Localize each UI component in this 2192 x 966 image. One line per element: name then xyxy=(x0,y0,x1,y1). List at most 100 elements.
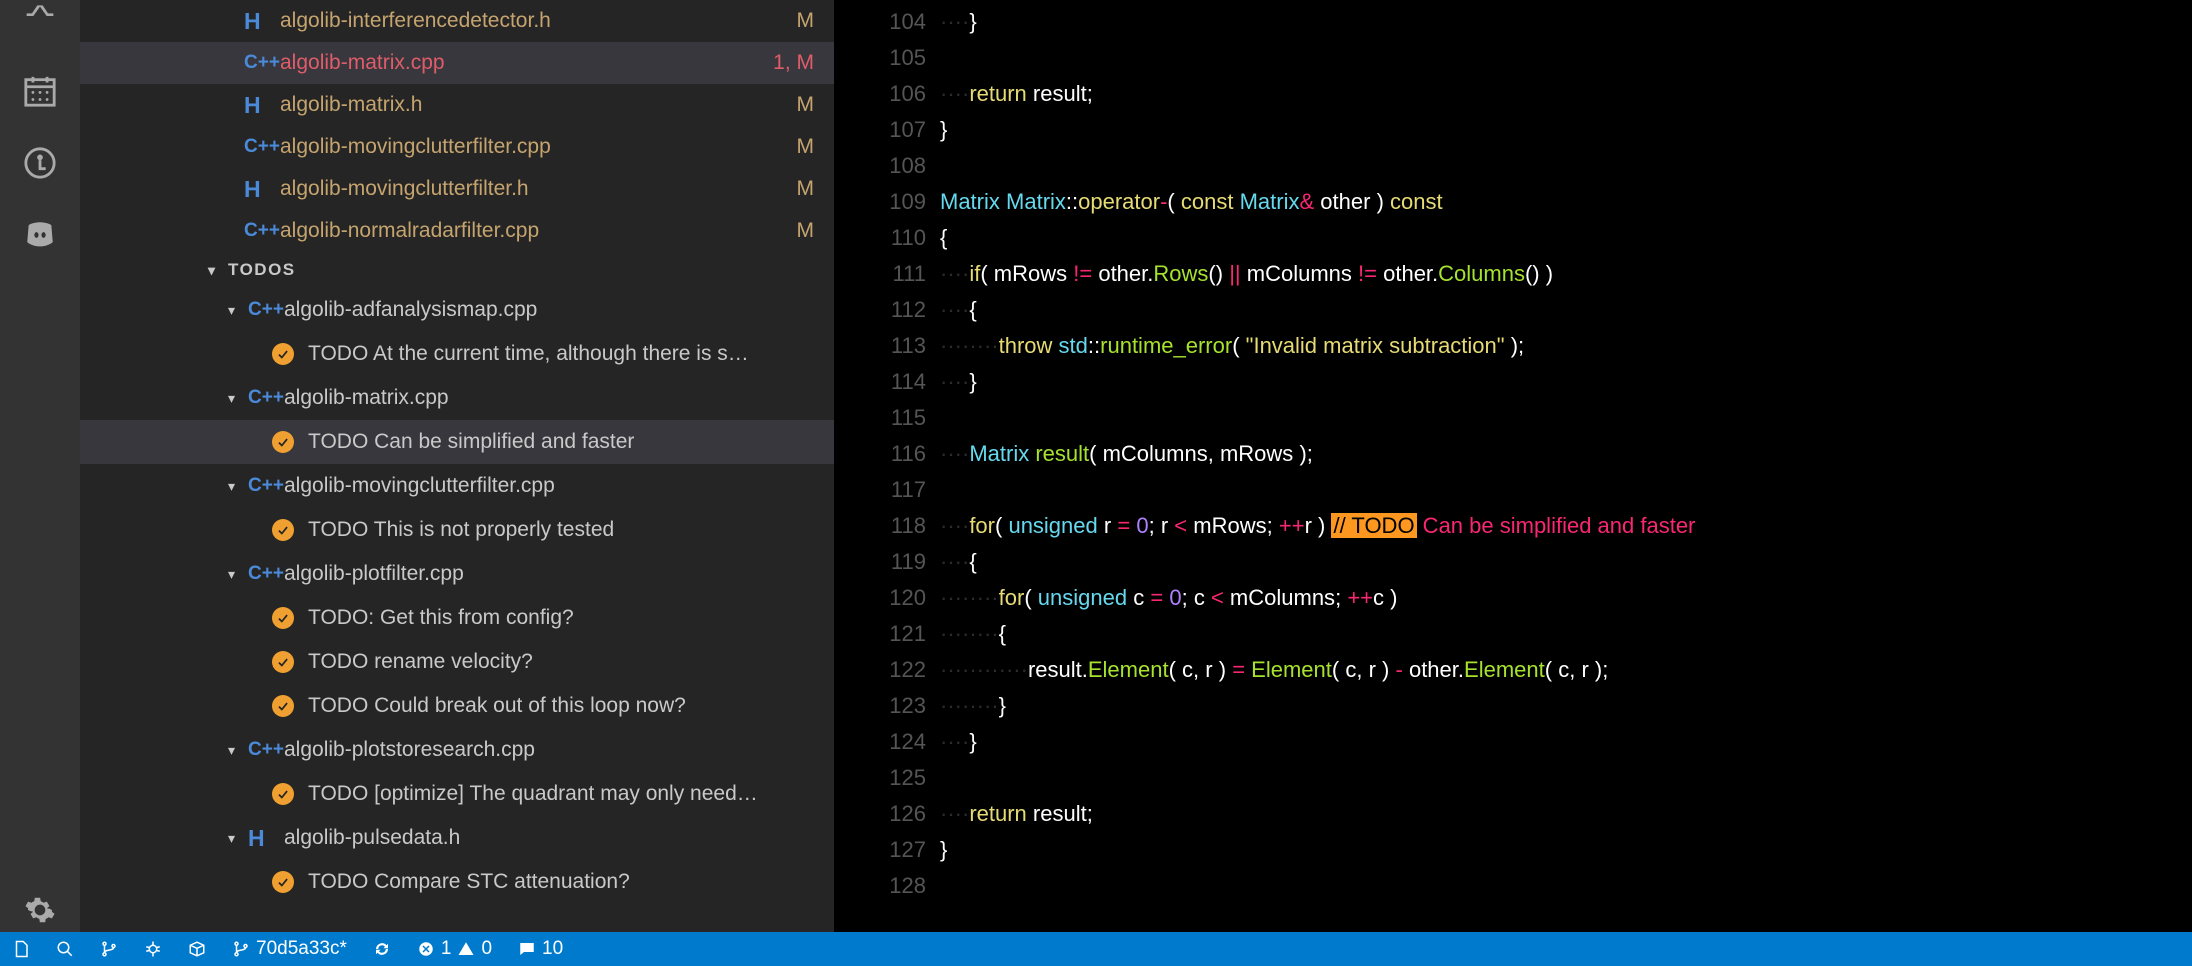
activity-icon-discord[interactable] xyxy=(23,218,57,258)
todo-file-group[interactable]: ▾C++algolib-plotstoresearch.cpp xyxy=(80,728,834,772)
cpp-file-icon: C++ xyxy=(248,387,284,409)
activity-icon-gitlens[interactable] xyxy=(23,146,57,186)
h-file-icon: H xyxy=(244,8,280,35)
scm-badge: M xyxy=(797,219,815,243)
scm-badge: 1, M xyxy=(773,51,814,75)
comment-count: 10 xyxy=(542,938,563,960)
cpp-file-icon: C++ xyxy=(248,739,284,761)
activity-icon-settings[interactable] xyxy=(24,894,56,932)
todo-item[interactable]: TODO This is not properly tested xyxy=(80,508,834,552)
todo-item[interactable]: TODO rename velocity? xyxy=(80,640,834,684)
todo-item[interactable]: TODO Compare STC attenuation? xyxy=(80,860,834,904)
status-package-icon[interactable] xyxy=(188,940,206,958)
todo-file-group[interactable]: ▾C++algolib-adfanalysismap.cpp xyxy=(80,288,834,332)
editor[interactable]: 1041051061071081091101111121131141151161… xyxy=(834,0,2192,932)
todo-tag: // TODO xyxy=(1331,513,1416,538)
cpp-file-icon: C++ xyxy=(244,136,280,158)
file-name: algolib-movingclutterfilter.cpp xyxy=(280,135,797,159)
warning-count: 0 xyxy=(481,938,492,960)
status-branch-icon[interactable] xyxy=(100,940,118,958)
status-branch[interactable]: 70d5a33c* xyxy=(232,938,347,960)
file-name: algolib-matrix.cpp xyxy=(280,51,773,75)
status-debug-icon[interactable] xyxy=(144,940,162,958)
todo-file-name: algolib-pulsedata.h xyxy=(284,826,460,850)
todo-item[interactable]: TODO [optimize] The quadrant may only ne… xyxy=(80,772,834,816)
h-file-icon: H xyxy=(244,92,280,119)
activity-icon-git[interactable] xyxy=(24,4,56,42)
check-icon xyxy=(272,607,294,629)
check-icon xyxy=(272,783,294,805)
h-file-icon: H xyxy=(244,176,280,203)
todo-item[interactable]: TODO Could break out of this loop now? xyxy=(80,684,834,728)
todo-file-group[interactable]: ▾Halgolib-pulsedata.h xyxy=(80,816,834,860)
file-row[interactable]: C++algolib-movingclutterfilter.cppM xyxy=(80,126,834,168)
section-header-todos[interactable]: ▾ TODOS xyxy=(80,252,834,288)
todo-text: TODO This is not properly tested xyxy=(308,518,614,542)
sidebar: Halgolib-interferencedetector.hMC++algol… xyxy=(80,0,834,932)
todo-text: TODO Can be simplified and faster xyxy=(308,430,634,454)
todo-file-group[interactable]: ▾C++algolib-plotfilter.cpp xyxy=(80,552,834,596)
code-area[interactable]: ····}····return result;}Matrix Matrix::o… xyxy=(940,0,1695,932)
status-comments[interactable]: 10 xyxy=(518,938,563,960)
file-name: algolib-matrix.h xyxy=(280,93,797,117)
todo-file-name: algolib-adfanalysismap.cpp xyxy=(284,298,537,322)
status-problems[interactable]: 1 0 xyxy=(417,938,492,960)
todo-text: TODO Compare STC attenuation? xyxy=(308,870,630,894)
branch-name: 70d5a33c* xyxy=(256,938,347,960)
chevron-down-icon: ▾ xyxy=(228,302,248,319)
cpp-file-icon: C++ xyxy=(248,475,284,497)
status-search-icon[interactable] xyxy=(56,940,74,958)
error-count: 1 xyxy=(441,938,452,960)
file-name: algolib-interferencedetector.h xyxy=(280,9,797,33)
activity-icon-calendar[interactable] xyxy=(23,74,57,114)
cpp-file-icon: C++ xyxy=(248,563,284,585)
todo-file-group[interactable]: ▾C++algolib-movingclutterfilter.cpp xyxy=(80,464,834,508)
cpp-file-icon: C++ xyxy=(244,52,280,74)
status-file-icon[interactable] xyxy=(12,940,30,958)
todo-file-name: algolib-matrix.cpp xyxy=(284,386,449,410)
chevron-down-icon: ▾ xyxy=(228,742,248,759)
check-icon xyxy=(272,431,294,453)
scm-badge: M xyxy=(797,177,815,201)
section-title: TODOS xyxy=(228,260,296,280)
check-icon xyxy=(272,343,294,365)
file-row[interactable]: Halgolib-interferencedetector.hM xyxy=(80,0,834,42)
todo-item[interactable]: TODO At the current time, although there… xyxy=(80,332,834,376)
todo-text: TODO At the current time, although there… xyxy=(308,342,749,366)
file-name: algolib-movingclutterfilter.h xyxy=(280,177,797,201)
cpp-file-icon: C++ xyxy=(244,220,280,242)
line-gutter: 1041051061071081091101111121131141151161… xyxy=(834,0,940,932)
chevron-down-icon: ▾ xyxy=(228,830,248,847)
file-name: algolib-normalradarfilter.cpp xyxy=(280,219,797,243)
check-icon xyxy=(272,871,294,893)
scm-badge: M xyxy=(797,93,815,117)
file-row[interactable]: Halgolib-matrix.hM xyxy=(80,84,834,126)
cpp-file-icon: C++ xyxy=(248,299,284,321)
check-icon xyxy=(272,519,294,541)
status-bar: 70d5a33c* 1 0 10 xyxy=(0,932,2192,966)
chevron-down-icon: ▾ xyxy=(228,566,248,583)
chevron-down-icon: ▾ xyxy=(208,262,228,279)
todo-text: TODO [optimize] The quadrant may only ne… xyxy=(308,782,758,806)
file-row[interactable]: Halgolib-movingclutterfilter.hM xyxy=(80,168,834,210)
scm-badge: M xyxy=(797,135,815,159)
chevron-down-icon: ▾ xyxy=(228,390,248,407)
file-row[interactable]: C++algolib-normalradarfilter.cppM xyxy=(80,210,834,252)
activity-bar xyxy=(0,0,80,932)
check-icon xyxy=(272,651,294,673)
h-file-icon: H xyxy=(248,825,284,852)
todo-file-group[interactable]: ▾C++algolib-matrix.cpp xyxy=(80,376,834,420)
todo-file-name: algolib-movingclutterfilter.cpp xyxy=(284,474,555,498)
todo-text: TODO Could break out of this loop now? xyxy=(308,694,686,718)
chevron-down-icon: ▾ xyxy=(228,478,248,495)
check-icon xyxy=(272,695,294,717)
todo-file-name: algolib-plotfilter.cpp xyxy=(284,562,464,586)
file-row[interactable]: C++algolib-matrix.cpp1, M xyxy=(80,42,834,84)
todo-text: TODO: Get this from config? xyxy=(308,606,574,630)
todo-comment: Can be simplified and faster xyxy=(1417,513,1696,538)
scm-badge: M xyxy=(797,9,815,33)
status-sync-icon[interactable] xyxy=(373,940,391,958)
todo-item[interactable]: TODO Can be simplified and faster xyxy=(80,420,834,464)
todo-item[interactable]: TODO: Get this from config? xyxy=(80,596,834,640)
todo-file-name: algolib-plotstoresearch.cpp xyxy=(284,738,535,762)
